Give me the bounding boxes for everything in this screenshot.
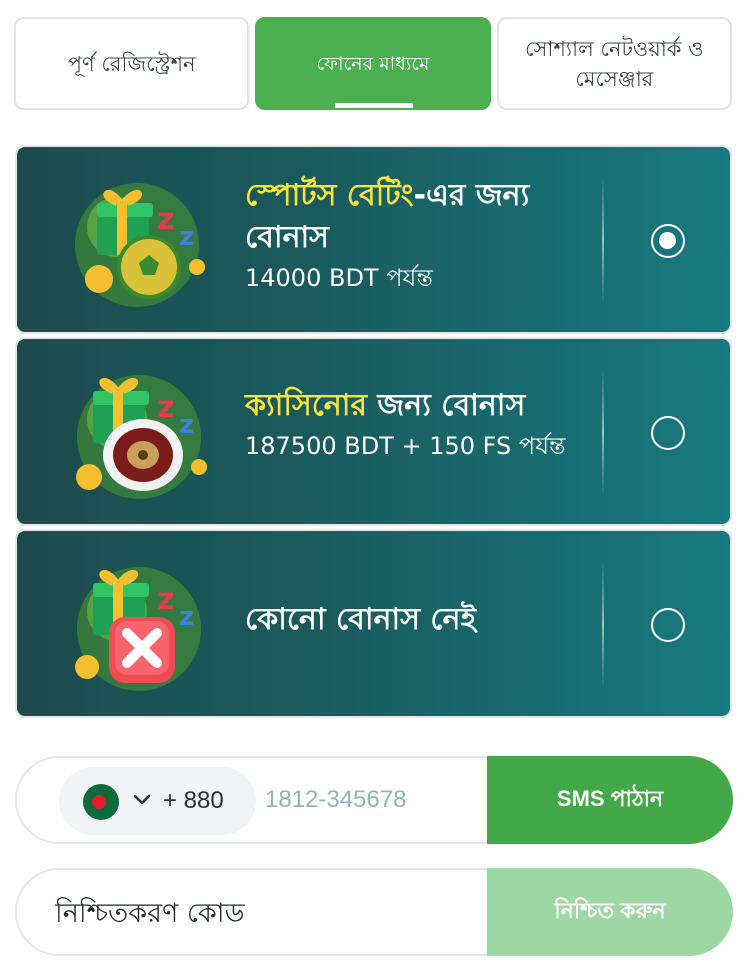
bonus-radio-selected[interactable]	[651, 224, 685, 258]
svg-text:z: z	[179, 222, 194, 252]
bonus-title: জন্য বোনাস	[366, 388, 526, 423]
bonus-radio[interactable]	[651, 416, 685, 450]
card-divider	[602, 177, 604, 305]
bonus-title-highlight: স্পোর্টস বেটিং	[245, 178, 414, 213]
phone-input[interactable]	[265, 780, 475, 820]
bonus-option-none[interactable]: z z কোনো বোনাস নেই	[15, 529, 732, 718]
tab-by-phone[interactable]: ফোনের মাধ্যমে	[255, 17, 491, 110]
bonus-title-highlight: ক্যাসিনোর	[245, 388, 367, 423]
bangladesh-flag-icon	[83, 784, 119, 820]
chevron-down-icon	[133, 794, 151, 805]
tab-full-registration[interactable]: পূর্ণ রেজিস্ট্রেশন	[14, 17, 250, 110]
sports-bonus-icon: z z	[75, 183, 205, 307]
card-divider	[602, 369, 604, 497]
no-bonus-icon: z z	[75, 567, 201, 691]
svg-text:z: z	[157, 390, 174, 425]
svg-text:z: z	[179, 602, 194, 632]
phone-number-field: + 880 SMS পাঠান	[15, 756, 733, 844]
tab-social-networks[interactable]: সোশ্যাল নেটওয়ার্ক ও মেসেঞ্জার	[496, 17, 732, 110]
registration-tabs: পূর্ণ রেজিস্ট্রেশন ফোনের মাধ্যমে সোশ্যাল…	[14, 17, 732, 110]
confirm-button[interactable]: নিশ্চিত করুন	[487, 868, 733, 956]
svg-text:z: z	[179, 410, 194, 440]
bonus-option-sports[interactable]: z z স্পোর্টস বেটিং-এর জন্য বোনাস 14000 B…	[15, 145, 732, 334]
svg-text:z: z	[157, 202, 174, 237]
bonus-title: কোনো বোনাস নেই	[245, 602, 477, 637]
bonus-amount: 14000 BDT পর্যন্ত	[245, 264, 433, 292]
bonus-option-casino[interactable]: z z ক্যাসিনোর জন্য বোনাস 187500 BDT + 15…	[15, 337, 732, 526]
casino-bonus-icon: z z	[76, 375, 207, 499]
send-sms-button[interactable]: SMS পাঠান	[487, 756, 733, 844]
bonus-amount: 187500 BDT + 150 FS পর্যন্ত	[245, 432, 566, 460]
card-divider	[602, 561, 604, 689]
country-code: + 880	[163, 787, 224, 814]
confirmation-code-input[interactable]	[55, 892, 475, 934]
bonus-radio[interactable]	[651, 608, 685, 642]
svg-text:z: z	[157, 582, 174, 617]
confirmation-code-field: নিশ্চিত করুন	[15, 868, 733, 956]
country-code-selector[interactable]: + 880	[59, 767, 256, 835]
